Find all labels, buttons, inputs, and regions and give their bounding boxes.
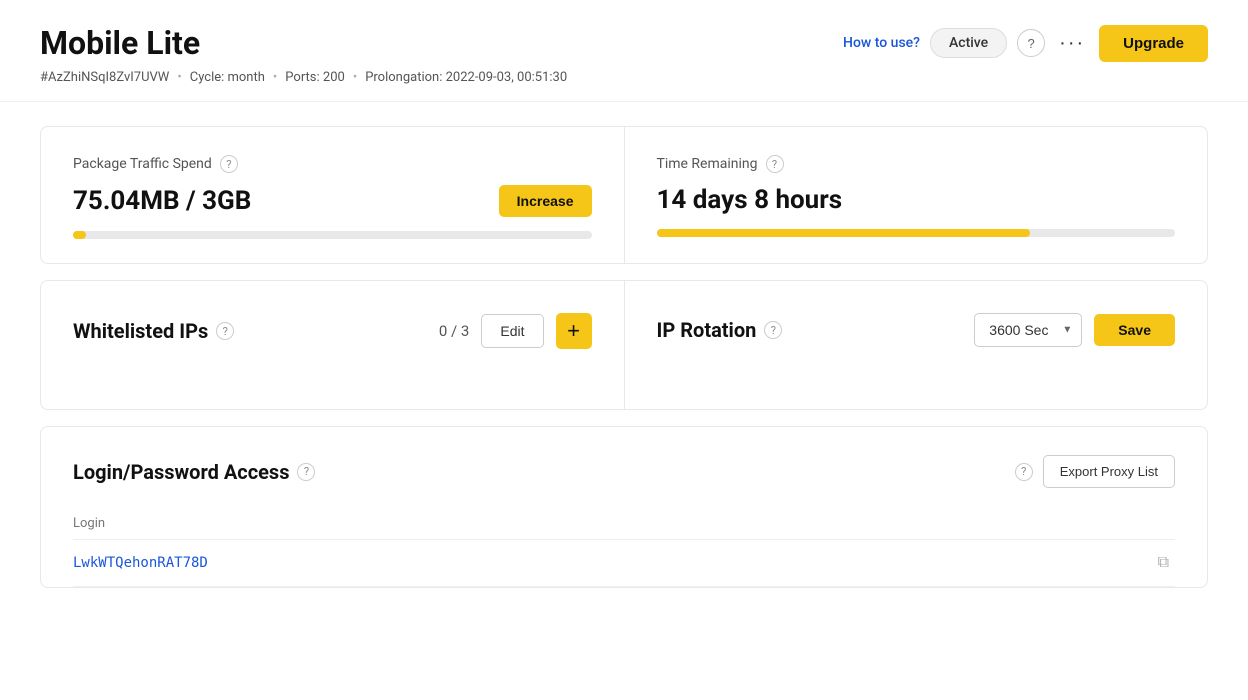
whitelisted-ips-header: Whitelisted IPs ? 0 / 3 Edit + <box>73 313 592 349</box>
meta-id: #AzZhiNSqI8ZvI7UVW <box>40 70 169 85</box>
time-progress-bg <box>657 229 1176 237</box>
login-right-help-icon[interactable]: ? <box>1015 463 1033 481</box>
time-progress-fill <box>657 229 1030 237</box>
time-card: Time Remaining ? 14 days 8 hours <box>624 127 1208 263</box>
traffic-label: Package Traffic Spend <box>73 156 212 172</box>
main-content: Package Traffic Spend ? 75.04MB / 3GB In… <box>0 126 1248 588</box>
middle-cards-row: Whitelisted IPs ? 0 / 3 Edit + IP Rotati… <box>40 280 1208 410</box>
traffic-value: 75.04MB / 3GB <box>73 186 251 216</box>
page-wrapper: Mobile Lite How to use? Active ? ··· Upg… <box>0 0 1248 700</box>
header-top: Mobile Lite How to use? Active ? ··· Upg… <box>40 24 1208 62</box>
whitelisted-ips-title: Whitelisted IPs <box>73 319 208 343</box>
whitelisted-ips-actions: 0 / 3 Edit + <box>439 313 592 349</box>
login-col-label: Login <box>73 516 1175 531</box>
time-value-row: 14 days 8 hours <box>657 185 1176 215</box>
whitelisted-ips-count: 0 / 3 <box>439 322 470 340</box>
rotation-select-wrapper[interactable]: 300 Sec 600 Sec 1800 Sec 3600 Sec 7200 S… <box>974 313 1082 347</box>
time-card-header: Time Remaining ? <box>657 155 1176 173</box>
header-meta: #AzZhiNSqI8ZvI7UVW • Cycle: month • Port… <box>40 70 1208 85</box>
ip-rotation-card: IP Rotation ? 300 Sec 600 Sec 1800 Sec 3… <box>624 281 1208 409</box>
upgrade-button[interactable]: Upgrade <box>1099 25 1208 62</box>
traffic-card: Package Traffic Spend ? 75.04MB / 3GB In… <box>41 127 624 263</box>
page-title: Mobile Lite <box>40 24 200 62</box>
copy-login-button[interactable]: ⧉ <box>1152 552 1175 574</box>
top-cards-row: Package Traffic Spend ? 75.04MB / 3GB In… <box>40 126 1208 264</box>
ip-rotation-header: IP Rotation ? 300 Sec 600 Sec 1800 Sec 3… <box>657 313 1176 347</box>
login-help-icon[interactable]: ? <box>297 463 315 481</box>
export-proxy-list-button[interactable]: Export Proxy List <box>1043 455 1175 488</box>
traffic-progress-bg <box>73 231 592 239</box>
login-section-header: Login/Password Access ? ? Export Proxy L… <box>73 455 1175 488</box>
ip-rotation-help-icon[interactable]: ? <box>764 321 782 339</box>
header-actions: How to use? Active ? ··· Upgrade <box>843 25 1208 62</box>
help-icon-button[interactable]: ? <box>1017 29 1045 57</box>
time-label: Time Remaining <box>657 156 758 172</box>
rotation-select[interactable]: 300 Sec 600 Sec 1800 Sec 3600 Sec 7200 S… <box>974 313 1082 347</box>
login-title-row: Login/Password Access ? <box>73 460 315 484</box>
time-value: 14 days 8 hours <box>657 185 843 215</box>
login-value: LwkWTQehonRAT78D <box>73 555 1152 571</box>
traffic-progress-fill <box>73 231 86 239</box>
active-badge: Active <box>930 28 1007 58</box>
how-to-use-link[interactable]: How to use? <box>843 35 920 51</box>
login-section-title: Login/Password Access <box>73 460 289 484</box>
save-button[interactable]: Save <box>1094 314 1175 346</box>
increase-button[interactable]: Increase <box>499 185 592 217</box>
traffic-card-header: Package Traffic Spend ? <box>73 155 592 173</box>
more-button[interactable]: ··· <box>1055 32 1089 55</box>
traffic-value-row: 75.04MB / 3GB Increase <box>73 185 592 217</box>
traffic-help-icon[interactable]: ? <box>220 155 238 173</box>
whitelisted-ips-help-icon[interactable]: ? <box>216 322 234 340</box>
ip-rotation-title: IP Rotation <box>657 318 757 342</box>
edit-button[interactable]: Edit <box>481 314 543 348</box>
ip-rotation-actions: 300 Sec 600 Sec 1800 Sec 3600 Sec 7200 S… <box>974 313 1175 347</box>
meta-ports: Ports: 200 <box>285 70 345 85</box>
add-ip-button[interactable]: + <box>556 313 592 349</box>
header: Mobile Lite How to use? Active ? ··· Upg… <box>0 0 1248 102</box>
meta-cycle: Cycle: month <box>190 70 265 85</box>
whitelisted-ips-card: Whitelisted IPs ? 0 / 3 Edit + <box>41 281 624 409</box>
login-table-header: Login <box>73 508 1175 540</box>
meta-prolongation: Prolongation: 2022-09-03, 00:51:30 <box>365 70 567 85</box>
time-help-icon[interactable]: ? <box>766 155 784 173</box>
login-section: Login/Password Access ? ? Export Proxy L… <box>40 426 1208 588</box>
login-row: LwkWTQehonRAT78D ⧉ <box>73 540 1175 587</box>
